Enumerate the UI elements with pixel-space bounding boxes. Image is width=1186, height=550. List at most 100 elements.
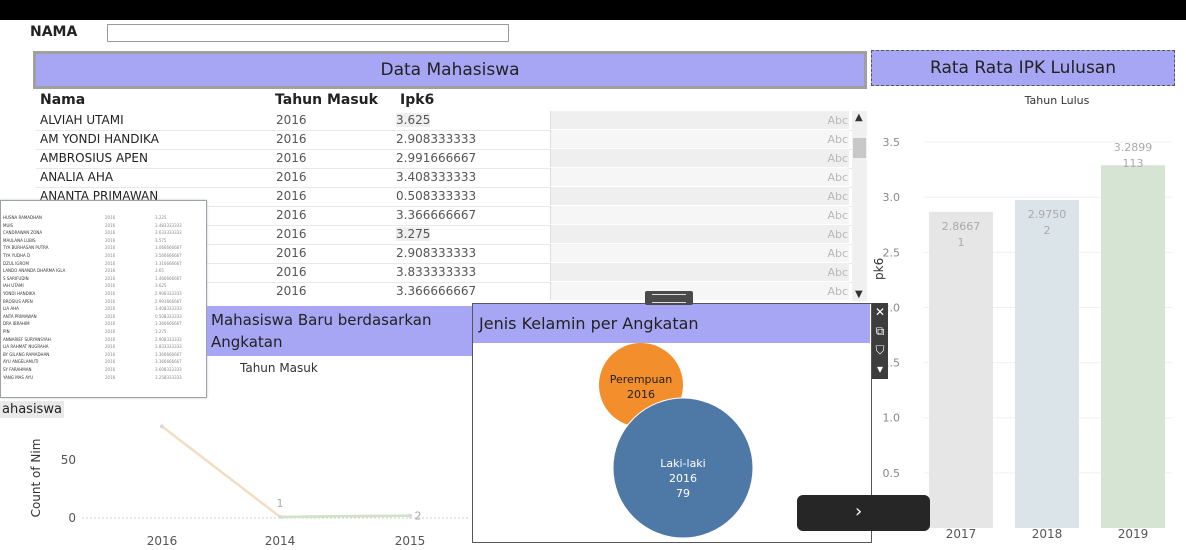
table-row[interactable]: AMBROSIUS APEN 2016 2.991666667 Abc <box>36 149 852 169</box>
scroll-down-icon[interactable]: ▼ <box>855 289 863 300</box>
mahasiswa-baru-line[interactable] <box>161 425 411 519</box>
line-point[interactable] <box>160 424 164 429</box>
thumbnail-cell: 3.316666667 <box>155 260 182 266</box>
thumbnail-row: LIA AHA 2016 3.408333333 <box>3 306 203 312</box>
thumbnail-row: YONDI HANDIKA 2016 2.908333333 <box>3 291 203 297</box>
line-point-label: 2 <box>415 510 422 523</box>
ipk-bar-count-label: 2 <box>1044 224 1051 237</box>
thumbnail-cell: 2016 <box>105 260 116 266</box>
ipk-bar-2019[interactable] <box>1101 165 1165 528</box>
thumbnail-cell: YONDI HANDIKA <box>3 291 36 296</box>
thumbnail-cell: 3.275 <box>155 329 167 334</box>
ipk-y-tick: 3.0 <box>883 191 901 204</box>
table-row[interactable]: AM YONDI HANDIKA 2016 2.908333333 Abc <box>36 130 852 150</box>
column-header-nama[interactable]: Nama <box>40 92 85 108</box>
mahasiswa-baru-chart: Count of Nim 0 50 2016 1 2014 2 2015 <box>29 424 470 548</box>
bubble-label-year: 2016 <box>627 388 655 401</box>
column-header-tahun-masuk[interactable]: Tahun Masuk <box>275 92 378 108</box>
table-row[interactable]: ANALIA AHA 2016 3.408333333 Abc <box>36 168 852 188</box>
line-point[interactable] <box>408 513 412 518</box>
ipk-bar-2017[interactable] <box>929 211 993 528</box>
table-row[interactable]: ALVIAH UTAMI 2016 3.625 Abc <box>36 111 852 131</box>
filter-icon[interactable]: ⛉ <box>872 341 888 359</box>
thumbnail-row: S SARIFUDIN 2016 1.466666667 <box>3 276 203 282</box>
thumbnail-row: AYU ANGELAMUTI 2016 3.366666667 <box>3 359 203 365</box>
close-icon[interactable]: ✕ <box>872 303 888 321</box>
line-point[interactable] <box>278 514 282 519</box>
thumbnail-cell: TYA BURHASAN PUTRA <box>3 245 49 251</box>
tahun-masuk-x-tick: 2016 <box>147 534 178 548</box>
jenis-kelamin-title: Jenis Kelamin per Angkatan <box>473 304 870 343</box>
thumbnail-cell: 3.65 <box>155 268 164 274</box>
thumbnail-row: ANTA PRIMAWAN 2016 0.508333333 <box>3 314 203 320</box>
rata-ipk-chart: Tahun Lulus 0.51.01.52.02.53.03.52.86671… <box>883 94 1172 541</box>
top-bar <box>0 0 1186 20</box>
mahasiswa-baru-title: Mahasiswa Baru berdasarkan Angkatan <box>207 306 473 356</box>
thumbnail-cell: LANDO ANANDA DHARMA IGLA <box>3 268 66 274</box>
thumbnail-row: TYA BURHASAN PUTRA 2016 3.066666667 <box>3 245 203 251</box>
thumbnail-row: BY GILANG RAMADHAN 2016 3.366666667 <box>3 352 203 358</box>
thumbnail-cell: LIA RAHMAT NUGRAHA <box>3 344 49 350</box>
next-button[interactable]: › <box>797 495 930 531</box>
cell-ipk: 2.991666667 <box>396 151 477 165</box>
drag-handle-lines <box>652 294 686 303</box>
table-thumbnail-preview[interactable]: HUSNA RAMADHAN 2016 3.225 MUIS 2016 3.4833333… <box>0 200 207 398</box>
scroll-up-icon[interactable]: ▲ <box>855 112 863 123</box>
cell-ipk: 3.366666667 <box>396 208 477 222</box>
cell-ipk: 0.508333333 <box>396 189 477 203</box>
count-of-nim-axis-label: Count of Nim <box>29 439 43 518</box>
cell-abc: Abc <box>827 209 848 222</box>
thumbnail-cell: 2016 <box>105 374 116 380</box>
thumbnail-cell: ANNARIEF SURYANSYAH <box>3 336 51 342</box>
thumbnail-cell: 3.483333333 <box>155 222 182 228</box>
mahasiswa-tag[interactable]: ahasiswa <box>0 401 64 418</box>
tahun-masuk-x-tick: 2015 <box>395 534 426 548</box>
cell-nama: AMBROSIUS APEN <box>40 151 148 165</box>
thumbnail-row: CANDRAWAN ZONA 2016 3.633333333 <box>3 230 203 236</box>
scrollbar-thumb[interactable] <box>853 138 866 158</box>
cell-tahun: 2016 <box>276 208 307 222</box>
thumbnail-cell: MAULANA LUBIS <box>3 237 36 243</box>
cell-abc-bg <box>550 149 849 167</box>
thumbnail-cell: CANDRAWAN ZONA <box>3 230 43 236</box>
count-y-tick: 50 <box>61 453 76 467</box>
bubble-label-gender: Laki-laki <box>660 457 706 470</box>
cell-ipk: 3.408333333 <box>396 170 477 184</box>
thumbnail-cell: 2016 <box>105 321 116 327</box>
worksheet-toolbar: ✕ ⧉ ⛉ ▾ <box>872 303 888 379</box>
thumbnail-row: ANNARIEF SURYANSYAH 2016 2.908333333 <box>3 337 203 343</box>
cell-nama: ALVIAH UTAMI <box>40 113 124 127</box>
more-options-icon[interactable]: ▾ <box>872 360 888 378</box>
nama-filter-input[interactable] <box>107 24 509 42</box>
ipk-bar-value-label: 2.9750 <box>1028 208 1067 221</box>
thumbnail-cell: 2016 <box>105 336 116 342</box>
thumbnail-cell: 2.991666667 <box>155 298 182 304</box>
cell-abc: Abc <box>827 133 848 146</box>
thumbnail-cell: 2016 <box>105 306 116 312</box>
cell-tahun: 2016 <box>276 265 307 279</box>
ipk-bar-2018[interactable] <box>1015 199 1079 528</box>
cell-abc: Abc <box>827 152 848 165</box>
thumbnail-cell: 3.366666667 <box>155 351 182 357</box>
thumbnail-row: DZUL IGROM 2016 3.316666667 <box>3 261 203 267</box>
popout-icon[interactable]: ⧉ <box>872 322 888 340</box>
bubble-label-count: 79 <box>676 487 690 500</box>
thumbnail-cell: 3.833333333 <box>155 344 182 350</box>
thumbnail-cell: 2016 <box>105 344 116 350</box>
thumbnail-cell: 2016 <box>105 283 116 289</box>
thumbnail-cell: 3.625 <box>155 283 167 289</box>
cell-ipk: 2.908333333 <box>396 246 477 260</box>
cell-abc-bg <box>550 206 849 224</box>
mahasiswa-baru-segment <box>279 514 411 519</box>
cell-tahun: 2016 <box>276 246 307 260</box>
thumbnail-cell: 3.633333333 <box>155 230 182 236</box>
rata-ipk-title[interactable]: Rata Rata IPK Lulusan <box>871 50 1175 86</box>
thumbnail-cell: 3.366666667 <box>155 359 182 365</box>
ipk-axis-label: pk6 <box>872 257 886 280</box>
ipk-y-tick: 1.0 <box>883 412 901 425</box>
cell-nama: AM YONDI HANDIKA <box>40 132 159 146</box>
cell-abc: Abc <box>827 190 848 203</box>
chevron-right-icon: › <box>855 501 863 522</box>
ipk-x-tick: 2018 <box>1032 527 1063 541</box>
column-header-ipk6[interactable]: Ipk6 <box>400 92 434 108</box>
